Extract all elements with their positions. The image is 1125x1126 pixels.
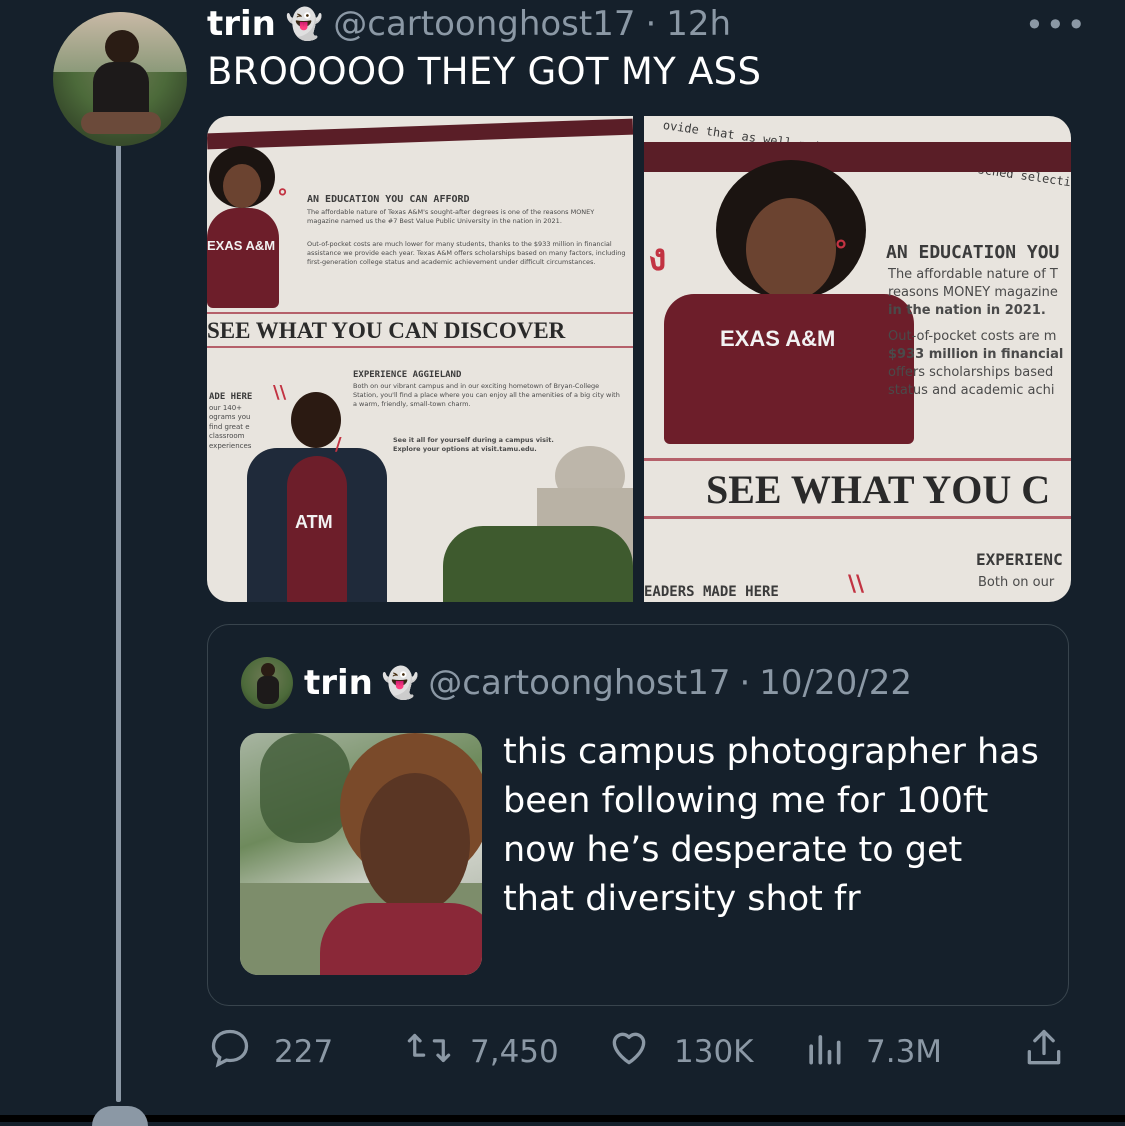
print-side-heading: ADE HERE bbox=[209, 392, 253, 402]
views-button[interactable]: 7.3M bbox=[804, 1030, 942, 1074]
reply-count: 227 bbox=[274, 1034, 334, 1070]
print-banner-right: SEE WHAT YOU C bbox=[706, 467, 1051, 512]
bottom-divider bbox=[0, 1115, 1125, 1122]
separator-dot: · bbox=[739, 663, 751, 703]
print-heading-left: AN EDUCATION YOU CAN AFFORD bbox=[307, 194, 470, 205]
print-body-right-5: $933 million in financial bbox=[888, 347, 1064, 362]
quoted-media-image[interactable] bbox=[240, 733, 482, 975]
views-count: 7.3M bbox=[866, 1034, 943, 1070]
quoted-tweet-header: trin 👻 @cartoonghost17 · 10/20/22 bbox=[304, 663, 912, 703]
print-body-left-1: The affordable nature of Texas A&M's sou… bbox=[307, 208, 595, 225]
tweet-timestamp[interactable]: 12h bbox=[666, 4, 731, 44]
reply-icon bbox=[208, 1026, 252, 1078]
quoted-user-handle[interactable]: @cartoonghost17 bbox=[428, 663, 730, 703]
tweet-text: BROOOOO THEY GOT MY ASS bbox=[207, 50, 762, 93]
print-subheading-right: EXPERIENC bbox=[976, 550, 1063, 569]
share-button[interactable] bbox=[1022, 1029, 1066, 1074]
ghost-emoji-icon: 👻 bbox=[381, 665, 420, 701]
print-subbody-right: Both on our bbox=[978, 575, 1055, 590]
retweet-button[interactable]: 7,450 bbox=[404, 1030, 559, 1074]
display-name[interactable]: trin bbox=[207, 4, 276, 44]
print-subbody-left: Both on our vibrant campus and in our ex… bbox=[353, 382, 620, 408]
share-icon bbox=[1022, 1026, 1066, 1078]
print-subheading-left: EXPERIENCE AGGIELAND bbox=[353, 370, 462, 380]
media-image-right[interactable]: ovide that as well primary insured, call… bbox=[644, 116, 1071, 602]
print-cta-left: See it all for yourself during a campus … bbox=[393, 436, 554, 453]
views-icon bbox=[804, 1026, 844, 1078]
like-count: 130K bbox=[674, 1034, 754, 1070]
print-body-left-2: Out-of-pocket costs are much lower for m… bbox=[307, 240, 626, 266]
like-button[interactable]: 130K bbox=[606, 1030, 754, 1074]
quoted-display-name[interactable]: trin bbox=[304, 663, 373, 703]
print-body-right-4: Out-of-pocket costs are m bbox=[888, 329, 1057, 344]
avatar[interactable] bbox=[53, 12, 187, 146]
print-body-right-7: status and academic achi bbox=[888, 383, 1055, 398]
shirt-print-right: EXAS A&M bbox=[720, 326, 836, 351]
ghost-emoji-icon: 👻 bbox=[285, 6, 324, 42]
retweet-count: 7,450 bbox=[470, 1034, 559, 1070]
print-banner-left: SEE WHAT YOU CAN DISCOVER bbox=[207, 318, 566, 343]
print-body-right-6: offers scholarships based bbox=[888, 365, 1054, 380]
print-heading-right: AN EDUCATION YOU CAN bbox=[886, 242, 1071, 263]
tweet-header: trin 👻 @cartoonghost17 · 12h bbox=[207, 2, 731, 46]
quoted-timestamp[interactable]: 10/20/22 bbox=[759, 663, 912, 703]
print-body-right-2: reasons MONEY magazine bbox=[888, 285, 1058, 300]
shirt-print-left-2: ATM bbox=[295, 512, 333, 532]
user-handle[interactable]: @cartoonghost17 bbox=[333, 4, 635, 44]
tweet-media[interactable]: EXAS A&M ° AN EDUCATION YOU CAN AFFORD T… bbox=[207, 116, 1071, 602]
quoted-tweet-text: this campus photographer has been follow… bbox=[503, 732, 1039, 919]
print-bottom-right: EADERS MADE HERE bbox=[644, 584, 779, 600]
separator-dot: · bbox=[645, 4, 657, 44]
heart-icon bbox=[606, 1026, 652, 1078]
reply-button[interactable]: 227 bbox=[208, 1029, 334, 1074]
more-icon[interactable]: ••• bbox=[1025, 6, 1088, 44]
media-image-left[interactable]: EXAS A&M ° AN EDUCATION YOU CAN AFFORD T… bbox=[207, 116, 633, 602]
next-tweet-avatar[interactable] bbox=[92, 1106, 148, 1126]
print-body-right-1: The affordable nature of T bbox=[888, 267, 1058, 282]
retweet-icon bbox=[404, 1026, 454, 1078]
print-side-body: our 140+ ograms you find great e classro… bbox=[209, 404, 252, 450]
print-body-right-3: in the nation in 2021. bbox=[888, 303, 1046, 318]
quoted-avatar[interactable] bbox=[241, 657, 293, 709]
thread-line bbox=[116, 142, 121, 1102]
shirt-print-left: EXAS A&M bbox=[207, 238, 276, 253]
